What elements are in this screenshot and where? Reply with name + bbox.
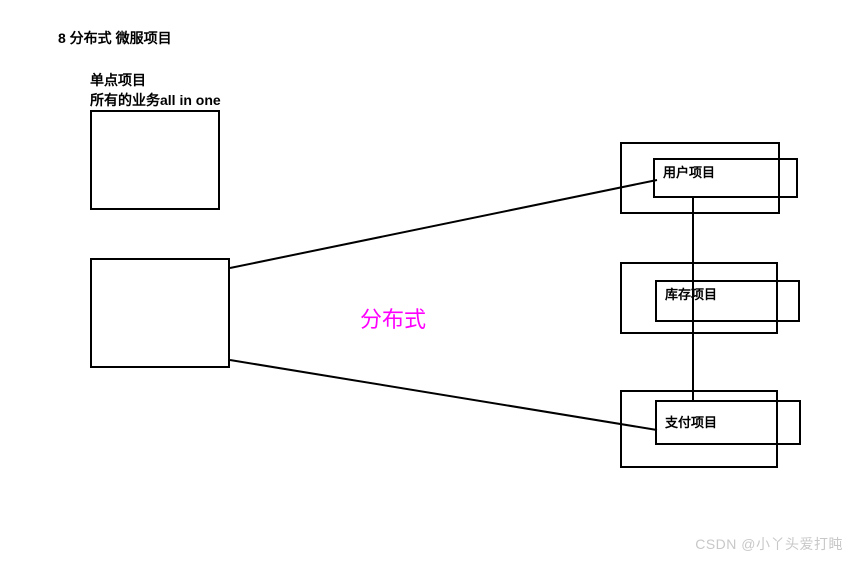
diagram-canvas: 8 分布式 微服项目 单点项目 所有的业务all in one 分布式 用户项目… <box>0 0 861 564</box>
user-label: 用户项目 <box>663 162 715 181</box>
monolithic-box <box>90 110 220 210</box>
watermark: CSDN @小丫头爱打盹 <box>695 534 843 554</box>
stock-label: 库存项目 <box>665 284 717 303</box>
page-title: 8 分布式 微服项目 <box>58 28 172 48</box>
subtitle-line1: 单点项目 <box>90 70 146 90</box>
source-box <box>90 258 230 368</box>
distributed-label: 分布式 <box>360 302 426 334</box>
payment-label: 支付项目 <box>665 412 717 431</box>
subtitle-line2: 所有的业务all in one <box>90 90 221 110</box>
